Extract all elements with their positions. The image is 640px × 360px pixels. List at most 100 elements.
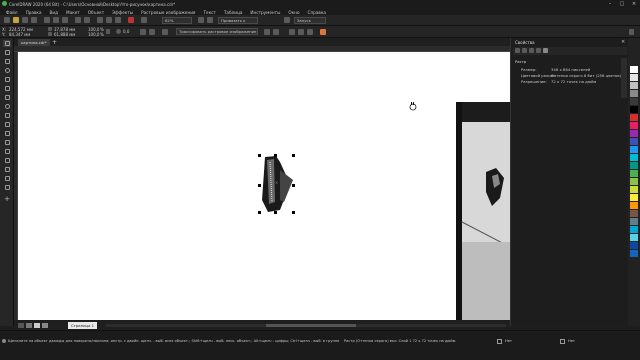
zoom-fit-icon[interactable] [141, 17, 147, 23]
page-first-icon[interactable] [18, 323, 24, 328]
add-tab-icon[interactable]: + [52, 39, 57, 46]
menu-table[interactable]: Таблица [224, 10, 243, 15]
page-last-icon[interactable] [42, 323, 48, 328]
menu-tools[interactable]: Инструменты [250, 10, 280, 15]
menu-edit[interactable]: Правка [26, 10, 42, 15]
drop-shadow-tool-icon[interactable] [3, 148, 11, 155]
artistic-media-tool-icon[interactable] [3, 85, 11, 92]
horizontal-scroll-thumb[interactable] [266, 324, 356, 327]
effects-tab-icon[interactable] [536, 48, 541, 53]
palette-swatch[interactable] [630, 234, 638, 241]
interactive-fill-tool-icon[interactable] [3, 175, 11, 182]
height-field[interactable]: 61,888 мм [54, 32, 75, 37]
rotation-angle-field[interactable]: 0,0 [123, 29, 129, 34]
paste-icon[interactable] [62, 17, 68, 23]
palette-swatch[interactable] [630, 74, 638, 81]
wrap-text-icon[interactable] [289, 29, 295, 35]
transparency-tab-icon[interactable] [529, 48, 534, 53]
palette-swatch[interactable] [630, 210, 638, 217]
print-icon[interactable] [31, 17, 37, 23]
palette-swatch[interactable] [630, 106, 638, 113]
menu-bitmaps[interactable]: Растровые изображения [141, 10, 195, 15]
copy-icon[interactable] [53, 17, 59, 23]
search-content-icon[interactable] [97, 17, 103, 23]
palette-swatch[interactable] [630, 242, 638, 249]
menu-file[interactable]: Файл [6, 10, 18, 15]
new-document-icon[interactable] [4, 17, 10, 23]
save-icon[interactable] [22, 17, 28, 23]
page-next-icon[interactable] [34, 323, 40, 328]
crop-tool-icon[interactable] [3, 58, 11, 65]
transparency-tool-icon[interactable] [3, 157, 11, 164]
document-tab[interactable]: картина.cdr* [18, 39, 50, 46]
palette-swatch[interactable] [630, 90, 638, 97]
resample-icon[interactable] [273, 29, 279, 35]
scale-height-field[interactable]: 100,0 [88, 32, 99, 37]
publish-pdf-icon[interactable] [128, 17, 134, 23]
drawing-canvas[interactable]: × [18, 52, 510, 320]
palette-swatch[interactable] [630, 226, 638, 233]
outline-swatch-icon[interactable] [560, 339, 565, 344]
undo-icon[interactable] [75, 17, 81, 23]
crop-bitmap-icon[interactable] [264, 29, 270, 35]
outline-tab-icon[interactable] [515, 48, 520, 53]
zoom-tool-icon[interactable] [3, 67, 11, 74]
color-eyedropper-tool-icon[interactable] [3, 166, 11, 173]
palette-swatch[interactable] [630, 194, 638, 201]
menu-window[interactable]: Окно [288, 10, 299, 15]
palette-swatch[interactable] [630, 82, 638, 89]
polygon-tool-icon[interactable] [3, 112, 11, 119]
text-tool-icon[interactable] [3, 121, 11, 128]
minimize-button[interactable]: – [604, 0, 616, 8]
menu-help[interactable]: Справка [308, 10, 326, 15]
edit-bitmap-icon[interactable] [162, 29, 168, 35]
page-prev-icon[interactable] [26, 323, 32, 328]
palette-swatch[interactable] [630, 122, 638, 129]
palette-swatch[interactable] [630, 66, 638, 73]
page-tab[interactable]: Страница 1 [68, 322, 98, 329]
trace-bitmap-select[interactable]: Трассировать растровое изображение [176, 28, 258, 35]
maximize-button[interactable]: □ [616, 0, 628, 8]
launch-select[interactable]: Запуск [294, 17, 326, 24]
bitmap-tab-icon[interactable] [543, 48, 548, 53]
snap-to-select[interactable]: Привязать к [218, 17, 258, 24]
shape-tool-icon[interactable] [3, 49, 11, 56]
palette-swatch[interactable] [630, 250, 638, 257]
connector-tool-icon[interactable] [3, 139, 11, 146]
menu-text[interactable]: Текст [203, 10, 215, 15]
rectangle-tool-icon[interactable] [3, 94, 11, 101]
fill-swatch-icon[interactable] [497, 339, 502, 344]
cut-icon[interactable] [44, 17, 50, 23]
palette-swatch[interactable] [630, 130, 638, 137]
ellipse-tool-icon[interactable] [3, 103, 11, 110]
y-position-field[interactable]: 84,347 мм [9, 32, 30, 37]
mirror-vertical-icon[interactable] [149, 29, 155, 35]
freehand-tool-icon[interactable] [3, 76, 11, 83]
palette-swatch[interactable] [630, 146, 638, 153]
palette-swatch[interactable] [630, 202, 638, 209]
add-tool-icon[interactable]: + [3, 195, 11, 203]
full-screen-icon[interactable] [198, 17, 204, 23]
zoom-level-select[interactable]: 62% [162, 17, 192, 24]
panel-side-tabs[interactable] [621, 58, 627, 98]
background-photo[interactable] [456, 102, 510, 320]
options-gear-icon[interactable] [284, 17, 290, 23]
mirror-horizontal-icon[interactable] [140, 29, 146, 35]
open-icon[interactable] [13, 17, 19, 23]
close-button[interactable]: × [628, 0, 640, 8]
menu-view[interactable]: Вид [50, 10, 59, 15]
palette-swatch[interactable] [630, 154, 638, 161]
palette-swatch[interactable] [630, 138, 638, 145]
menu-effects[interactable]: Эффекты [112, 10, 133, 15]
options-menu-icon[interactable] [629, 29, 634, 35]
palette-swatch[interactable] [630, 218, 638, 225]
menu-object[interactable]: Объект [88, 10, 104, 15]
parallel-dimension-tool-icon[interactable] [3, 130, 11, 137]
smart-fill-tool-icon[interactable] [3, 184, 11, 191]
quick-customize-icon[interactable] [320, 29, 326, 35]
horizontal-scrollbar[interactable] [106, 324, 506, 327]
palette-swatch[interactable] [630, 178, 638, 185]
palette-swatch[interactable] [630, 114, 638, 121]
palette-swatch[interactable] [630, 162, 638, 169]
palette-swatch[interactable] [630, 98, 638, 105]
